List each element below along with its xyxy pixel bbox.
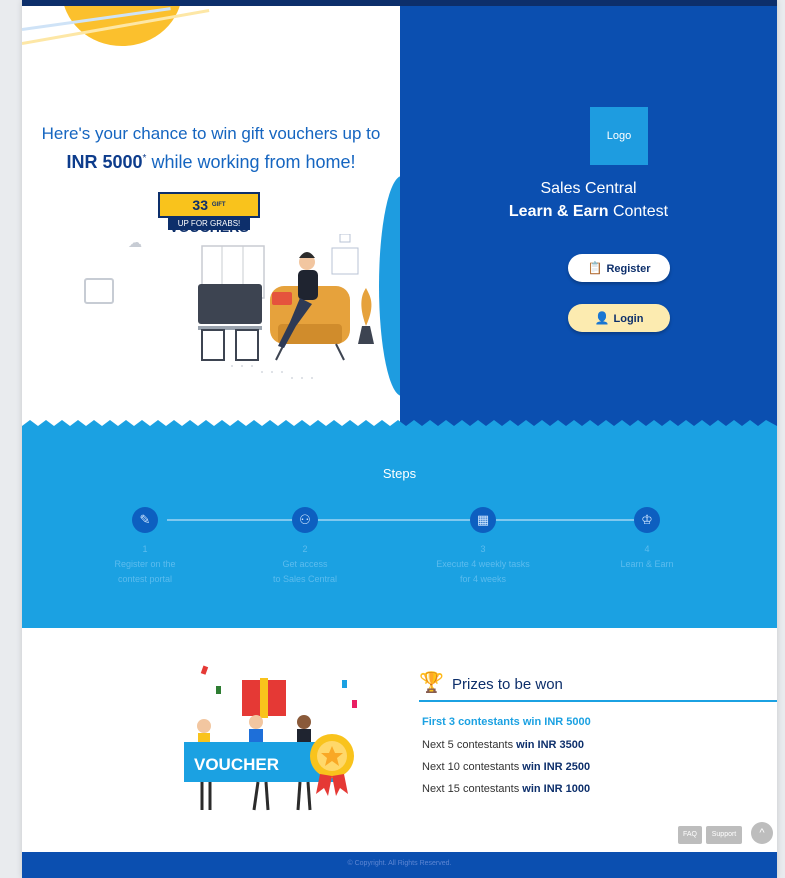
register-label: Register <box>606 263 651 275</box>
footer-copyright: © Copyright. All Rights Reserved. <box>347 860 452 867</box>
promo-headline: Here's your chance to win gift vouchers … <box>22 124 400 144</box>
footer: © Copyright. All Rights Reserved. <box>22 852 777 878</box>
login-label: Login <box>613 313 644 325</box>
step-text-line2: for 4 weeks <box>459 574 507 584</box>
step-3-text: 3 Execute 4 weekly tasks for 4 weeks <box>418 542 548 587</box>
headline-rest: while working from home! <box>146 152 356 172</box>
prize-row-prefix: Next 10 contestants <box>422 761 523 773</box>
step-calendar-icon: ▦ <box>470 507 496 533</box>
headline-line1: Here's your chance to win gift vouchers … <box>41 124 381 143</box>
step-text-line1: Register on the <box>114 559 176 569</box>
step-2-text: 2 Get access to Sales Central <box>240 542 370 587</box>
step-text-line2: to Sales Central <box>272 574 338 584</box>
image-icon <box>84 278 114 304</box>
vouchers-badge: 33 GIFT VOUCHERS UP FOR GRABS! <box>158 192 260 235</box>
hero-promo-panel: Here's your chance to win gift vouchers … <box>22 6 400 426</box>
prizes-title: Prizes to be won <box>452 676 563 693</box>
step-text-line1: Learn & Earn <box>620 559 674 569</box>
step-trophy-icon: ♔ <box>634 507 660 533</box>
voucher-label: VOUCHER <box>194 755 279 774</box>
contest-title-line2: Learn & Earn Contest <box>400 203 777 221</box>
chevron-up-icon: ^ <box>759 827 765 839</box>
prizes-underline <box>419 700 777 702</box>
prize-row-suffix: win INR 1000 <box>522 783 591 795</box>
user-icon: 👤 <box>594 311 610 325</box>
prize-row-1: First 3 contestants win INR 5000 <box>422 716 591 728</box>
badge-count: 33 <box>192 197 208 213</box>
prizes-header: 🏆 Prizes to be won <box>419 670 777 702</box>
step-number: 2 <box>302 544 308 554</box>
prize-row-suffix: win INR 3500 <box>516 739 585 751</box>
trophy-icon: 🏆 <box>419 672 444 694</box>
cloud-icon: ☁ <box>128 234 142 250</box>
register-button[interactable]: 📋 Register <box>568 254 670 282</box>
step-number: 4 <box>644 544 650 554</box>
steps-connector-line <box>167 519 647 521</box>
contest-title-rest: Contest <box>608 203 669 220</box>
prize-row-3: Next 10 contestants win INR 2500 <box>422 761 590 773</box>
prize-row-2: Next 5 contestants win INR 3500 <box>422 739 584 751</box>
headline-amount: INR 5000 <box>66 152 143 172</box>
steps-section: Steps ✎ ⚇ ▦ ♔ 1 Register on the contest … <box>22 430 777 628</box>
page: Here's your chance to win gift vouchers … <box>22 0 777 878</box>
steps-title: Steps <box>382 466 417 481</box>
step-text-line1: Get access <box>282 559 328 569</box>
vouchers-badge-main: 33 GIFT VOUCHERS <box>158 192 260 235</box>
support-button[interactable]: Support <box>706 826 742 844</box>
work-from-home-illustration <box>198 234 374 379</box>
step-number: 3 <box>480 544 486 554</box>
prize-row-4: Next 15 contestants win INR 1000 <box>422 783 590 795</box>
prize-row-prefix: First 3 contestants <box>422 716 520 728</box>
prize-row-prefix: Next 15 contestants <box>422 783 523 795</box>
login-button[interactable]: 👤 Login <box>568 304 670 332</box>
brand-logo: Logo <box>590 107 648 165</box>
clipboard-icon: 📋 <box>587 261 603 275</box>
step-text-line2: contest portal <box>117 574 173 584</box>
badge-subtitle: UP FOR GRABS! <box>168 218 250 230</box>
contest-title-bold: Learn & Earn <box>508 203 609 220</box>
prize-row-suffix: win INR 2500 <box>522 761 591 773</box>
step-register-icon: ✎ <box>132 507 158 533</box>
step-text-line1: Execute 4 weekly tasks <box>436 559 530 569</box>
promo-headline-line2: INR 5000* while working from home! <box>22 152 400 173</box>
step-number: 1 <box>142 544 148 554</box>
step-user-access-icon: ⚇ <box>292 507 318 533</box>
badge-gift: GIFT <box>211 202 226 208</box>
prize-row-prefix: Next 5 contestants <box>422 739 517 751</box>
voucher-celebration-illustration: VOUCHER <box>184 665 357 811</box>
contest-title-line1: Sales Central <box>540 180 637 197</box>
prize-row-suffix: win INR 5000 <box>519 716 591 728</box>
scroll-to-top-button[interactable]: ^ <box>751 822 773 844</box>
blue-half-circle-decoration <box>379 176 400 396</box>
step-4-text: 4 Learn & Earn <box>582 542 712 572</box>
step-1-text: 1 Register on the contest portal <box>80 542 210 587</box>
faq-button[interactable]: FAQ <box>678 826 702 844</box>
